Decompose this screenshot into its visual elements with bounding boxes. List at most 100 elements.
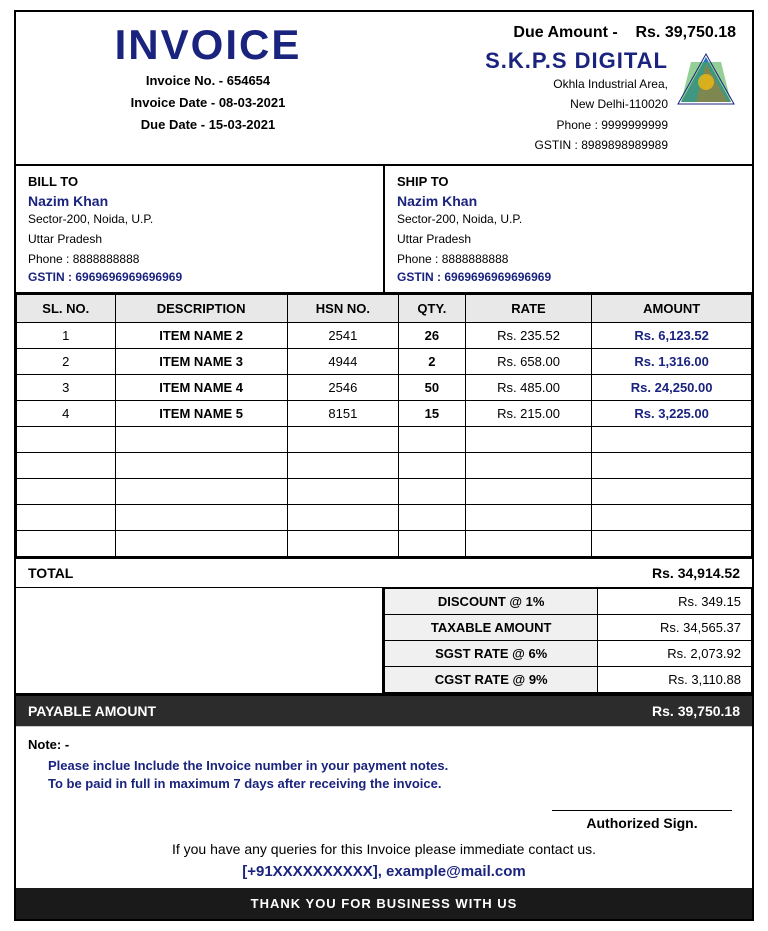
ship-to-gstin: GSTIN : 6969696969696969 (397, 270, 740, 284)
cell-amount: Rs. 24,250.00 (592, 374, 752, 400)
cell-sl: 3 (17, 374, 116, 400)
invoice-no-label: Invoice No. - (146, 73, 223, 88)
table-row: 3 ITEM NAME 4 2546 50 Rs. 485.00 Rs. 24,… (17, 374, 752, 400)
notes-line2: To be paid in full in maximum 7 days aft… (28, 776, 740, 791)
company-address2: New Delhi-110020 (570, 97, 668, 111)
bill-to-label: BILL TO (28, 174, 371, 189)
company-gstin-label: GSTIN : (535, 138, 578, 152)
cell-hsn: 2541 (287, 322, 398, 348)
payable-label: PAYABLE AMOUNT (28, 703, 156, 719)
notes-section: Note: - Please inclue Include the Invoic… (16, 726, 752, 800)
cell-desc: ITEM NAME 3 (115, 348, 287, 374)
bill-to-address1: Sector-200, Noida, U.P. (28, 209, 371, 229)
sign-line (552, 810, 732, 811)
footer-contact: [+91XXXXXXXXXX], example@mail.com (16, 861, 752, 888)
company-gstin: 8989898989989 (581, 138, 668, 152)
sgst-row: SGST RATE @ 6% Rs. 2,073.92 (385, 640, 752, 666)
cell-hsn: 4944 (287, 348, 398, 374)
cell-qty: 15 (399, 400, 466, 426)
summary-table: DISCOUNT @ 1% Rs. 349.15 TAXABLE AMOUNT … (384, 588, 752, 693)
table-row: 2 ITEM NAME 3 4944 2 Rs. 658.00 Rs. 1,31… (17, 348, 752, 374)
cell-rate: Rs. 215.00 (465, 400, 592, 426)
sign-label: Authorized Sign. (552, 815, 732, 831)
company-details: Okhla Industrial Area, New Delhi-110020 … (485, 74, 668, 156)
due-date-label: Due Date - (141, 117, 205, 132)
col-qty: QTY. (399, 294, 466, 322)
invoice-date-label: Invoice Date - (131, 95, 216, 110)
summary-section: DISCOUNT @ 1% Rs. 349.15 TAXABLE AMOUNT … (16, 588, 752, 694)
payable-value: Rs. 39,750.18 (652, 703, 740, 719)
cgst-label: CGST RATE @ 9% (385, 666, 598, 692)
table-row: 1 ITEM NAME 2 2541 26 Rs. 235.52 Rs. 6,1… (17, 322, 752, 348)
sgst-label: SGST RATE @ 6% (385, 640, 598, 666)
discount-row: DISCOUNT @ 1% Rs. 349.15 (385, 588, 752, 614)
col-amount: AMOUNT (592, 294, 752, 322)
invoice-container: INVOICE Invoice No. - 654654 Invoice Dat… (14, 10, 754, 921)
ship-to-label: SHIP TO (397, 174, 740, 189)
taxable-row: TAXABLE AMOUNT Rs. 34,565.37 (385, 614, 752, 640)
cgst-value: Rs. 3,110.88 (598, 666, 752, 692)
summary-right: DISCOUNT @ 1% Rs. 349.15 TAXABLE AMOUNT … (384, 588, 752, 693)
empty-row (17, 452, 752, 478)
cell-sl: 1 (17, 322, 116, 348)
company-address1: Okhla Industrial Area, (553, 77, 668, 91)
col-slno: SL. NO. (17, 294, 116, 322)
total-row: TOTAL Rs. 34,914.52 (16, 557, 752, 588)
address-section: BILL TO Nazim Khan Sector-200, Noida, U.… (16, 166, 752, 294)
due-amount-label: Due Amount - (513, 24, 617, 41)
cell-desc: ITEM NAME 4 (115, 374, 287, 400)
table-header-row: SL. NO. DESCRIPTION HSN NO. QTY. RATE AM… (17, 294, 752, 322)
header-right: Due Amount - Rs. 39,750.18 S.K.P.S DIGIT… (384, 24, 736, 156)
invoice-meta: Invoice No. - 654654 Invoice Date - 08-0… (32, 70, 384, 136)
bill-to-block: BILL TO Nazim Khan Sector-200, Noida, U.… (16, 166, 385, 292)
col-hsn: HSN NO. (287, 294, 398, 322)
payable-row: PAYABLE AMOUNT Rs. 39,750.18 (16, 694, 752, 726)
cell-desc: ITEM NAME 5 (115, 400, 287, 426)
sign-section: Authorized Sign. (16, 800, 752, 835)
sgst-value: Rs. 2,073.92 (598, 640, 752, 666)
total-label: TOTAL (28, 565, 73, 581)
footer-bar: THANK YOU FOR BUSINESS WITH US (16, 888, 752, 919)
invoice-title-block: INVOICE Invoice No. - 654654 Invoice Dat… (32, 24, 384, 136)
cell-rate: Rs. 658.00 (465, 348, 592, 374)
cell-hsn: 8151 (287, 400, 398, 426)
col-description: DESCRIPTION (115, 294, 287, 322)
sign-block: Authorized Sign. (552, 810, 732, 831)
ship-to-name: Nazim Khan (397, 193, 740, 209)
empty-row (17, 426, 752, 452)
cell-amount: Rs. 1,316.00 (592, 348, 752, 374)
company-name: S.K.P.S DIGITAL (485, 48, 668, 74)
company-phone-label: Phone : (557, 118, 598, 132)
ship-to-address1: Sector-200, Noida, U.P. (397, 209, 740, 229)
empty-row (17, 504, 752, 530)
empty-row (17, 478, 752, 504)
company-info: S.K.P.S DIGITAL Okhla Industrial Area, N… (485, 48, 668, 156)
notes-line1: Please inclue Include the Invoice number… (28, 758, 740, 773)
bill-to-name: Nazim Khan (28, 193, 371, 209)
invoice-date: 08-03-2021 (219, 95, 286, 110)
company-logo (676, 52, 736, 112)
table-row: 4 ITEM NAME 5 8151 15 Rs. 215.00 Rs. 3,2… (17, 400, 752, 426)
due-amount-line: Due Amount - Rs. 39,750.18 (513, 24, 736, 42)
taxable-value: Rs. 34,565.37 (598, 614, 752, 640)
invoice-title: INVOICE (32, 24, 384, 66)
company-phone: 9999999999 (601, 118, 668, 132)
footer-message: If you have any queries for this Invoice… (16, 835, 752, 861)
cell-amount: Rs. 6,123.52 (592, 322, 752, 348)
empty-row (17, 530, 752, 556)
cell-rate: Rs. 485.00 (465, 374, 592, 400)
cell-rate: Rs. 235.52 (465, 322, 592, 348)
summary-left-empty (16, 588, 384, 693)
bill-to-address2: Uttar Pradesh (28, 229, 371, 249)
invoice-header: INVOICE Invoice No. - 654654 Invoice Dat… (16, 12, 752, 166)
due-date: 15-03-2021 (209, 117, 276, 132)
bill-to-gstin: GSTIN : 6969696969696969 (28, 270, 371, 284)
cell-qty: 2 (399, 348, 466, 374)
cell-sl: 2 (17, 348, 116, 374)
cell-desc: ITEM NAME 2 (115, 322, 287, 348)
discount-label: DISCOUNT @ 1% (385, 588, 598, 614)
total-value: Rs. 34,914.52 (652, 565, 740, 581)
items-table: SL. NO. DESCRIPTION HSN NO. QTY. RATE AM… (16, 294, 752, 557)
bill-to-phone: Phone : 8888888888 (28, 249, 371, 269)
cell-sl: 4 (17, 400, 116, 426)
